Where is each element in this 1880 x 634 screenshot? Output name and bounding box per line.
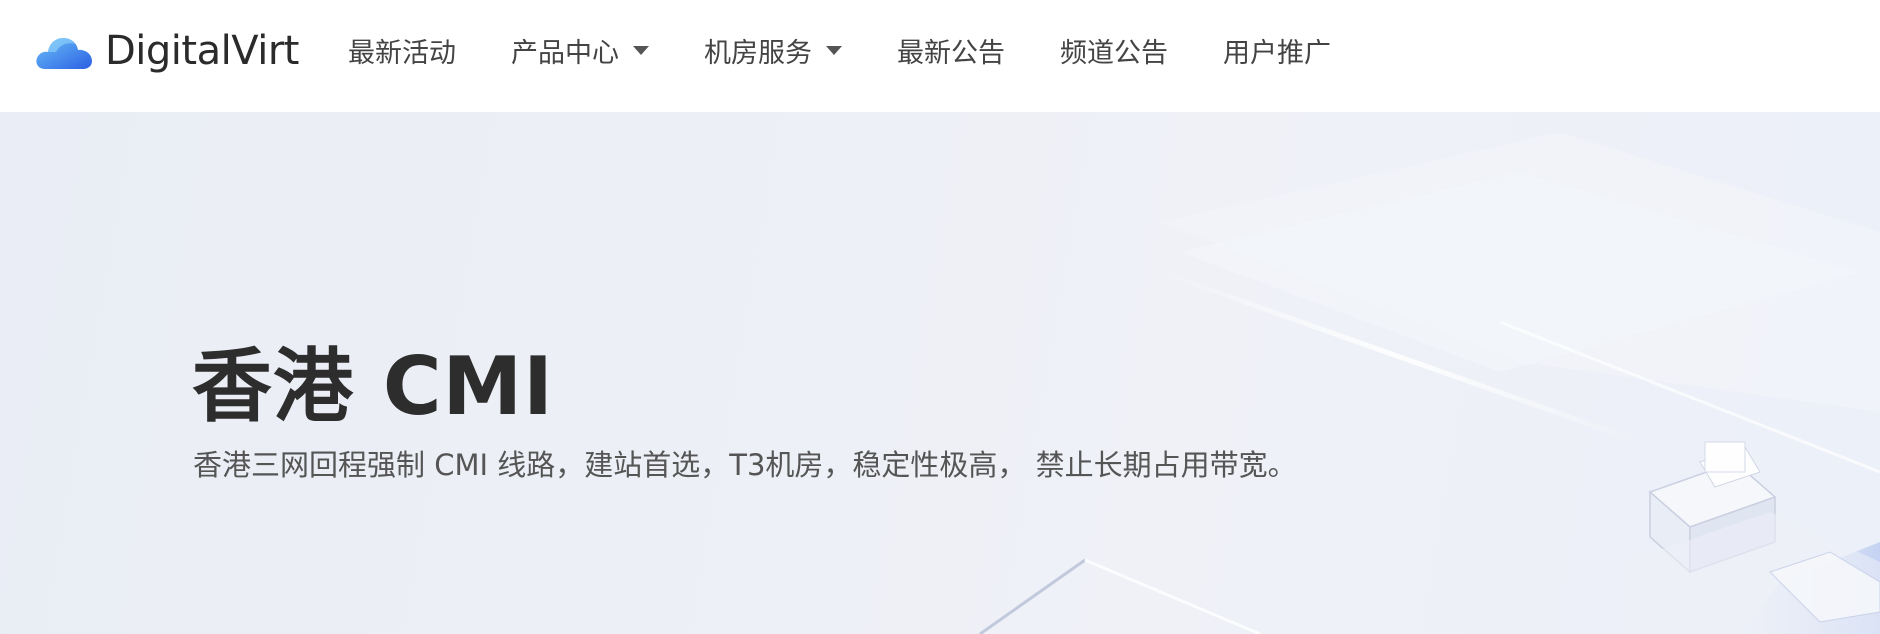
- nav-item-label: 最新公告: [897, 37, 1005, 69]
- hero-banner: 香港 CMI 香港三网回程强制 CMI 线路，建站首选，T3机房，稳定性极高， …: [0, 112, 1880, 634]
- brand-name: DigitalVirt: [105, 28, 299, 74]
- nav-item-user-promotion[interactable]: 用户推广: [1223, 0, 1331, 100]
- nav-item-label: 频道公告: [1060, 37, 1168, 69]
- server-illustration: [1625, 441, 1880, 634]
- hero-title: 香港 CMI: [192, 340, 554, 433]
- cloud-icon: [36, 38, 92, 69]
- brand-logo[interactable]: DigitalVirt: [35, 24, 299, 78]
- nav-item-datacenter-services[interactable]: 机房服务: [704, 0, 842, 100]
- caret-down-icon: [826, 45, 842, 55]
- caret-down-icon: [633, 45, 649, 55]
- top-navbar: DigitalVirt 最新活动 产品中心 机房服务 最新公告 频道公告 用户推…: [0, 0, 1880, 112]
- main-nav: 最新活动 产品中心 机房服务 最新公告 频道公告 用户推广: [348, 0, 1386, 100]
- nav-item-label: 产品中心: [511, 37, 619, 69]
- nav-item-product-center[interactable]: 产品中心: [511, 0, 649, 100]
- nav-item-label: 最新活动: [348, 37, 456, 69]
- hero-subtitle: 香港三网回程强制 CMI 线路，建站首选，T3机房，稳定性极高， 禁止长期占用带…: [193, 448, 1297, 482]
- nav-item-channel-announcements[interactable]: 频道公告: [1060, 0, 1168, 100]
- nav-item-label: 用户推广: [1223, 37, 1331, 69]
- nav-item-label: 机房服务: [704, 37, 812, 69]
- nav-item-latest-announcements[interactable]: 最新公告: [897, 0, 1005, 100]
- nav-item-latest-events[interactable]: 最新活动: [348, 0, 456, 100]
